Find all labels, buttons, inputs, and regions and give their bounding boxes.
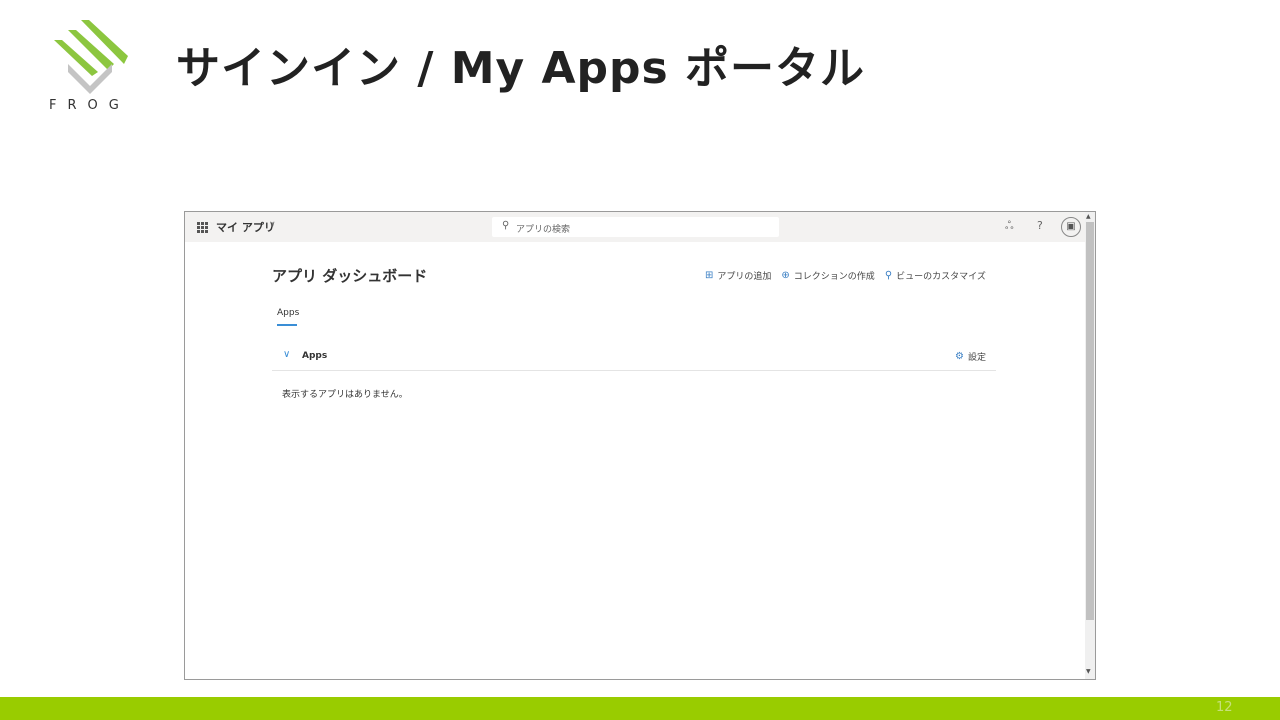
scroll-up-icon[interactable]: ▲ xyxy=(1086,213,1091,220)
scroll-thumb[interactable] xyxy=(1086,222,1094,620)
frog-logo: FROG xyxy=(44,18,134,118)
dashboard-title: アプリ ダッシュボード xyxy=(272,267,428,285)
create-collection-button[interactable]: ⊕ コレクションの作成 xyxy=(781,269,874,282)
empty-message: 表示するアプリはありません。 xyxy=(282,390,408,400)
slide-title: サインイン / My Apps ポータル xyxy=(176,43,866,94)
page-number: 12 xyxy=(1216,700,1233,715)
footer-bar xyxy=(0,697,1280,720)
add-app-icon: ⊞ xyxy=(705,270,714,281)
add-app-label: アプリの追加 xyxy=(717,272,772,282)
avatar[interactable]: ▣ xyxy=(1061,217,1081,237)
create-collection-label: コレクションの作成 xyxy=(793,272,875,282)
chevron-down-icon[interactable]: ∨ xyxy=(269,220,276,230)
logo-text: FROG xyxy=(49,98,130,113)
search-icon: ⚲ xyxy=(502,220,510,231)
app-name[interactable]: マイ アプリ xyxy=(216,219,275,235)
frog-logo-mark xyxy=(54,20,128,94)
help-icon[interactable]: ? xyxy=(1037,219,1043,232)
tab-apps[interactable]: Apps xyxy=(277,308,299,318)
waffle-icon[interactable] xyxy=(197,222,208,233)
my-apps-screenshot: マイ アプリ ∨ ⚲ アプリの検索 ஃ ? ▣ ▲ ▼ アプリ ダッシュボード … xyxy=(184,211,1096,680)
tab-apps-underline xyxy=(277,324,297,326)
settings-button[interactable]: ⚙ 設定 xyxy=(955,350,986,363)
customize-icon: ⚲ xyxy=(884,270,893,281)
org-chart-icon[interactable]: ஃ xyxy=(1005,219,1014,234)
scroll-down-icon[interactable]: ▼ xyxy=(1086,668,1091,675)
scrollbar[interactable]: ▲ ▼ xyxy=(1085,212,1095,679)
top-bar: マイ アプリ ∨ ⚲ アプリの検索 ஃ ? ▣ xyxy=(185,212,1085,242)
search-box[interactable]: ⚲ アプリの検索 xyxy=(492,217,779,237)
section-apps-label[interactable]: Apps xyxy=(302,351,327,361)
add-app-button[interactable]: ⊞ アプリの追加 xyxy=(705,269,771,282)
search-placeholder[interactable]: アプリの検索 xyxy=(516,222,570,235)
divider xyxy=(272,370,996,371)
customize-view-button[interactable]: ⚲ ビューのカスタマイズ xyxy=(885,269,986,282)
chevron-down-icon[interactable]: ∨ xyxy=(283,349,290,360)
customize-view-label: ビューのカスタマイズ xyxy=(896,272,986,282)
settings-label: 設定 xyxy=(967,353,986,363)
gear-icon: ⚙ xyxy=(955,351,964,362)
create-collection-icon: ⊕ xyxy=(781,270,790,281)
dashboard-actions: ⊞ アプリの追加 ⊕ コレクションの作成 ⚲ ビューのカスタマイズ xyxy=(705,269,986,282)
